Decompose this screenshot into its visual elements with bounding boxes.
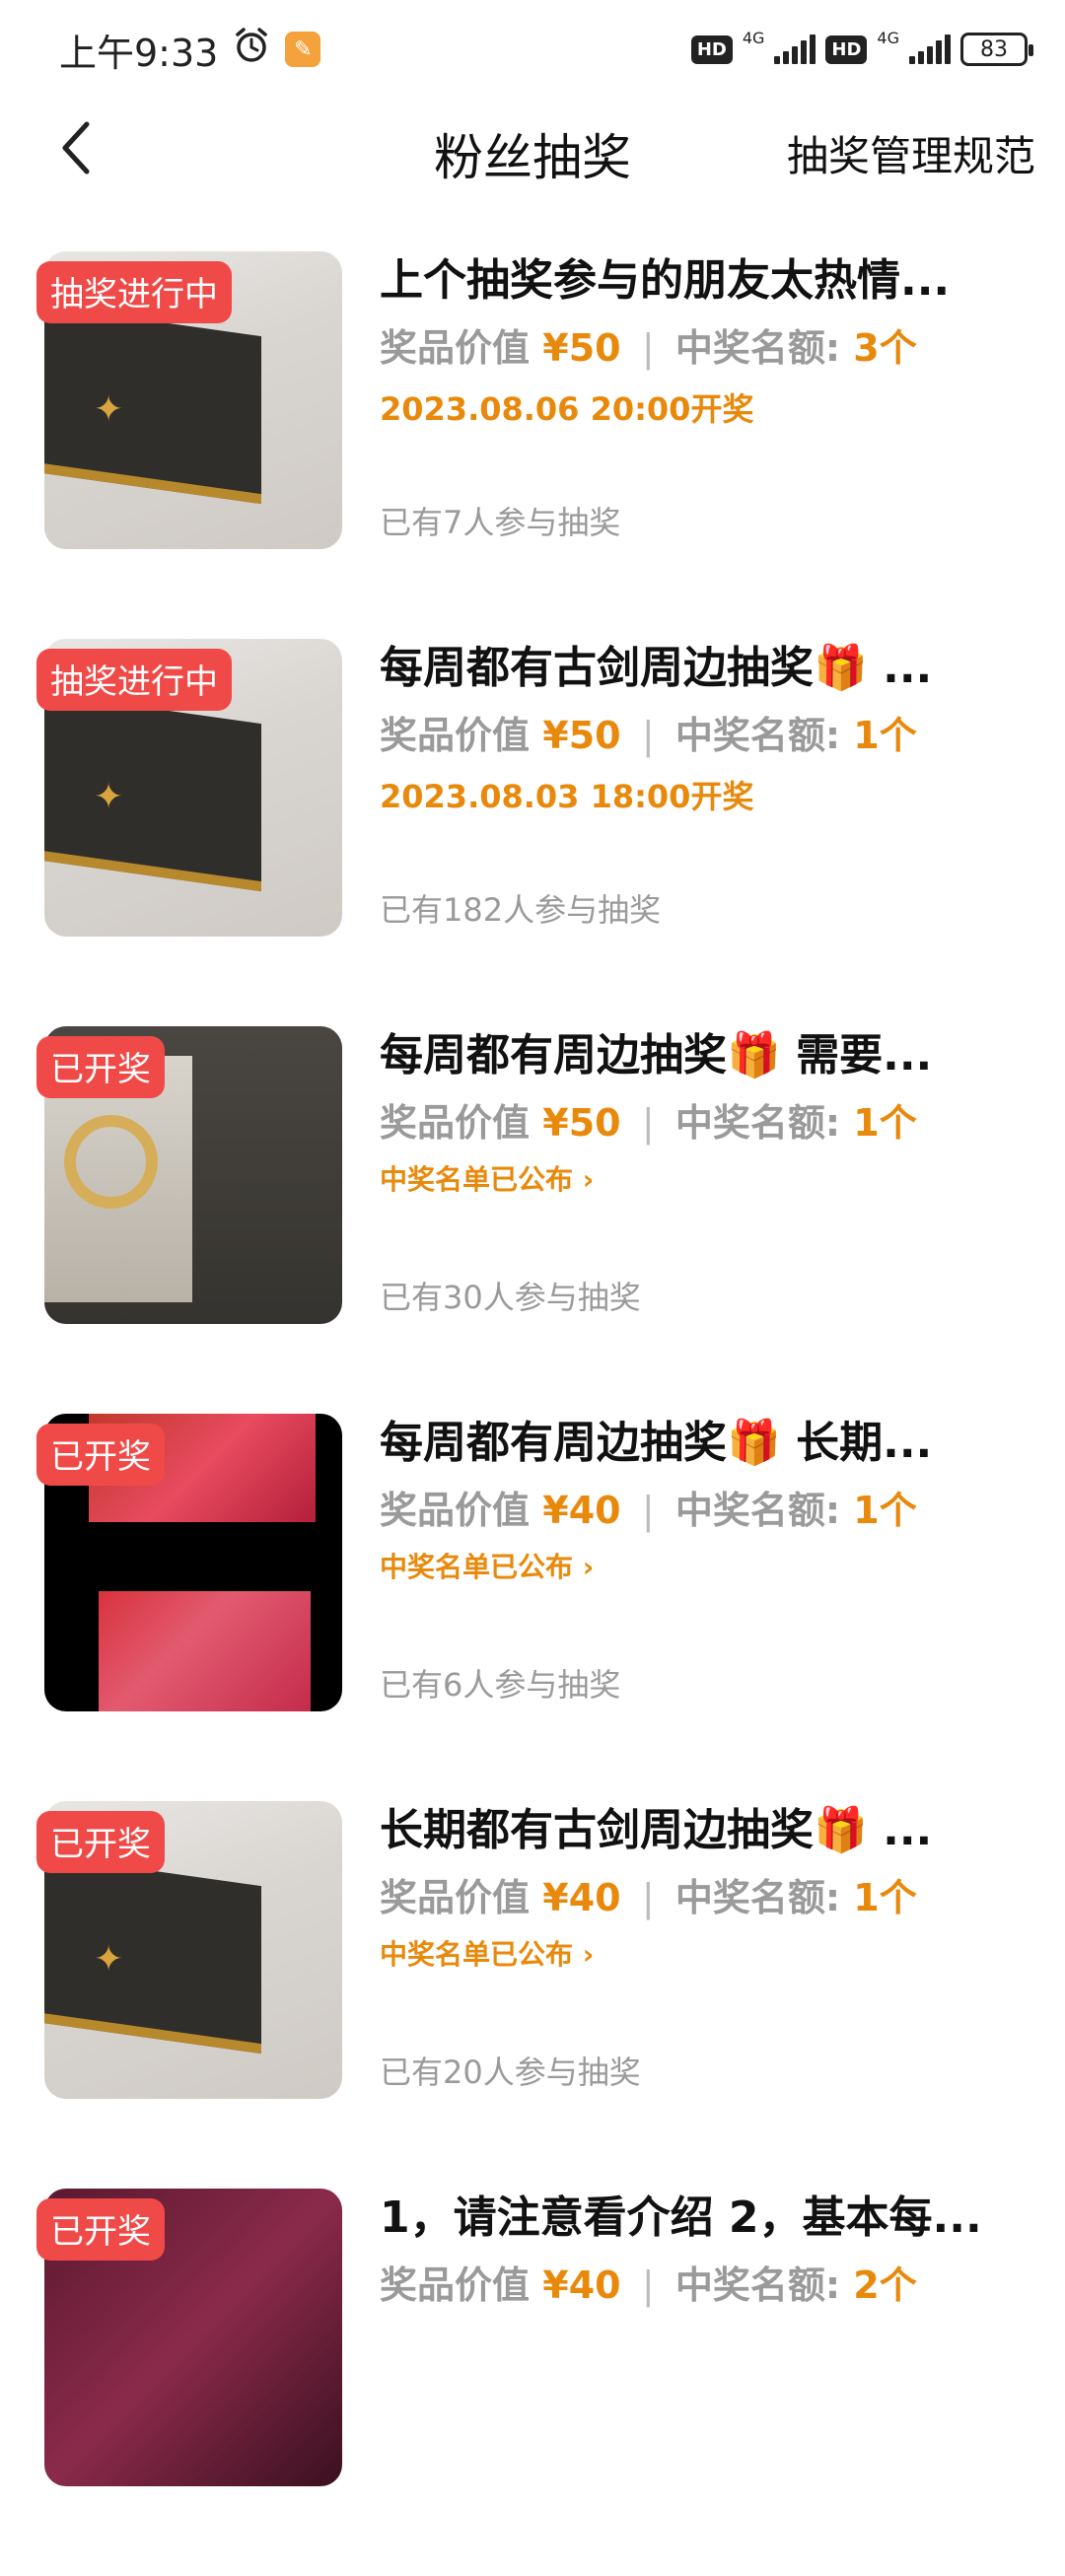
winners-announced-link[interactable]: 中奖名单已公布 ›: [380, 1548, 1030, 1587]
item-info: 每周都有古剑周边抽奖🎁 ... 奖品价值 ¥50 | 中奖名额: 1个 2023…: [380, 639, 1030, 818]
status-right: HD 4G HD 4G 83: [690, 29, 1033, 66]
winners-count: 2个: [853, 2263, 917, 2307]
status-time: 上午9:33: [59, 31, 219, 75]
price-label: 奖品价值: [380, 1489, 531, 1532]
battery-icon: 83: [960, 33, 1033, 66]
price-value: ¥40: [542, 1876, 621, 1919]
hd-icon: HD: [690, 35, 733, 64]
participants-count: 已有7人参与抽奖: [380, 504, 621, 541]
status-badge: 已开奖: [36, 1036, 165, 1098]
lottery-item[interactable]: ✦ 抽奖进行中 每周都有古剑周边抽奖🎁 ... 奖品价值 ¥50 | 中奖名额:…: [0, 639, 1065, 1026]
price-label: 奖品价值: [380, 1101, 531, 1145]
lottery-list: ✦ 抽奖进行中 上个抽奖参与的朋友太热情... 奖品价值 ¥50 | 中奖名额:…: [0, 251, 1065, 2576]
alarm-clock-icon: [232, 26, 271, 74]
separator: |: [641, 1489, 655, 1532]
price-value: ¥50: [542, 714, 621, 757]
price-value: ¥40: [542, 1489, 621, 1532]
winners-count: 1个: [853, 1489, 917, 1532]
item-info: 1，请注意看介绍 2，基本每... 奖品价值 ¥40 | 中奖名额: 2个: [380, 2189, 1030, 2311]
signal-icon-2: [909, 35, 951, 64]
winners-count: 1个: [853, 714, 917, 757]
network-type-2: 4G: [877, 28, 899, 47]
item-title: 上个抽奖参与的朋友太热情...: [380, 255, 951, 306]
item-info: 每周都有周边抽奖🎁 需要... 奖品价值 ¥50 | 中奖名额: 1个 中奖名单…: [380, 1026, 1030, 1200]
status-badge: 抽奖进行中: [36, 649, 232, 711]
item-info: 长期都有古剑周边抽奖🎁 ... 奖品价值 ¥40 | 中奖名额: 1个 中奖名单…: [380, 1801, 1030, 1975]
price-row: 奖品价值 ¥40 | 中奖名额: 2个: [380, 2260, 1030, 2311]
lottery-item[interactable]: ✦ 抽奖进行中 上个抽奖参与的朋友太热情... 奖品价值 ¥50 | 中奖名额:…: [0, 251, 1065, 639]
status-badge: 已开奖: [36, 2198, 165, 2261]
winners-label: 中奖名额:: [674, 2263, 841, 2307]
winners-count: 1个: [853, 1101, 917, 1145]
hd-icon-2: HD: [825, 35, 868, 64]
participants-count: 已有20人参与抽奖: [380, 2054, 641, 2091]
separator: |: [641, 1876, 655, 1919]
price-value: ¥50: [542, 326, 621, 370]
winners-label: 中奖名额:: [674, 1876, 841, 1919]
item-title: 每周都有古剑周边抽奖🎁 ...: [380, 643, 933, 693]
item-title: 每周都有周边抽奖🎁 需要...: [380, 1030, 933, 1080]
item-title: 长期都有古剑周边抽奖🎁 ...: [380, 1805, 933, 1855]
price-row: 奖品价值 ¥50 | 中奖名额: 3个: [380, 322, 1030, 374]
participants-count: 已有6人参与抽奖: [380, 1666, 621, 1704]
status-left: 上午9:33 ✎: [59, 23, 321, 77]
status-badge: 抽奖进行中: [36, 261, 232, 323]
price-value: ¥40: [542, 2263, 621, 2307]
price-label: 奖品价值: [380, 2263, 531, 2307]
status-badge: 已开奖: [36, 1424, 165, 1486]
app-notification-icon: ✎: [285, 32, 321, 67]
winners-label: 中奖名额:: [674, 1489, 841, 1532]
separator: |: [641, 2263, 655, 2307]
winners-count: 3个: [853, 326, 917, 370]
participants-count: 已有30人参与抽奖: [380, 1279, 641, 1316]
separator: |: [641, 326, 655, 370]
winners-label: 中奖名额:: [674, 714, 841, 757]
lottery-item[interactable]: ✦ 已开奖 长期都有古剑周边抽奖🎁 ... 奖品价值 ¥40 | 中奖名额: 1…: [0, 1801, 1065, 2189]
winners-label: 中奖名额:: [674, 1101, 841, 1145]
lottery-rules-link[interactable]: 抽奖管理规范: [787, 123, 1035, 183]
price-row: 奖品价值 ¥50 | 中奖名额: 1个: [380, 710, 1030, 761]
battery-level: 83: [980, 36, 1008, 62]
separator: |: [641, 714, 655, 757]
winners-count: 1个: [853, 1876, 917, 1919]
item-title: 每周都有周边抽奖🎁 长期...: [380, 1418, 933, 1468]
price-value: ¥50: [542, 1101, 621, 1145]
item-info: 每周都有周边抽奖🎁 长期... 奖品价值 ¥40 | 中奖名额: 1个 中奖名单…: [380, 1414, 1030, 1587]
price-row: 奖品价值 ¥40 | 中奖名额: 1个: [380, 1485, 1030, 1536]
draw-time: 2023.08.06 20:00开奖: [380, 390, 754, 428]
participants-count: 已有182人参与抽奖: [380, 891, 662, 929]
price-label: 奖品价值: [380, 1876, 531, 1919]
price-row: 奖品价值 ¥50 | 中奖名额: 1个: [380, 1097, 1030, 1149]
price-label: 奖品价值: [380, 714, 531, 757]
price-label: 奖品价值: [380, 326, 531, 370]
status-bar: 上午9:33 ✎ HD 4G HD 4G 83: [0, 0, 1065, 99]
winners-label: 中奖名额:: [674, 326, 841, 370]
draw-time: 2023.08.03 18:00开奖: [380, 778, 754, 815]
price-row: 奖品价值 ¥40 | 中奖名额: 1个: [380, 1872, 1030, 1923]
status-badge: 已开奖: [36, 1811, 165, 1873]
item-info: 上个抽奖参与的朋友太热情... 奖品价值 ¥50 | 中奖名额: 3个 2023…: [380, 251, 1030, 431]
item-title: 1，请注意看介绍 2，基本每...: [380, 2193, 982, 2243]
separator: |: [641, 1101, 655, 1145]
lottery-item[interactable]: 已开奖 每周都有周边抽奖🎁 需要... 奖品价值 ¥50 | 中奖名额: 1个 …: [0, 1026, 1065, 1414]
network-type-1: 4G: [742, 28, 765, 47]
lottery-item[interactable]: 已开奖 1，请注意看介绍 2，基本每... 奖品价值 ¥40 | 中奖名额: 2…: [0, 2189, 1065, 2576]
winners-announced-link[interactable]: 中奖名单已公布 ›: [380, 1935, 1030, 1975]
signal-icon: [774, 35, 816, 64]
winners-announced-link[interactable]: 中奖名单已公布 ›: [380, 1160, 1030, 1200]
lottery-item[interactable]: 已开奖 每周都有周边抽奖🎁 长期... 奖品价值 ¥40 | 中奖名额: 1个 …: [0, 1414, 1065, 1801]
header: 粉丝抽奖 抽奖管理规范: [0, 99, 1065, 197]
